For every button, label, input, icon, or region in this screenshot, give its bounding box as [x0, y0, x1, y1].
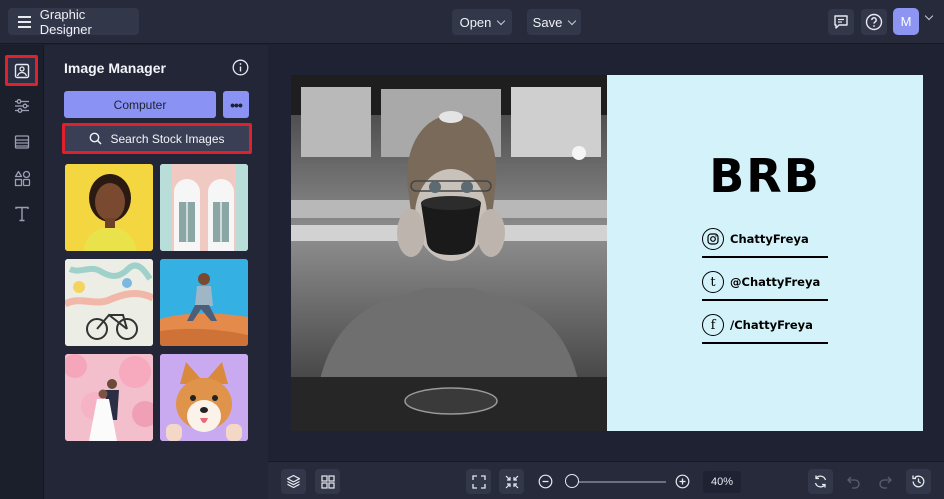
facebook-handle: /ChattyFreya	[730, 318, 813, 332]
info-icon[interactable]	[232, 59, 249, 76]
rail-item-elements[interactable]	[9, 165, 35, 191]
help-icon	[865, 13, 883, 31]
chevron-down-icon	[568, 16, 577, 25]
social-row-instagram[interactable]: ChattyFreya	[702, 222, 828, 258]
collapse-icon	[505, 475, 518, 488]
expand-icon	[471, 474, 486, 489]
rail-item-adjustments[interactable]	[9, 93, 35, 119]
zoom-in-icon	[675, 474, 690, 489]
bottom-toolbar: 40%	[268, 461, 944, 499]
pastel-doors-image	[160, 164, 248, 251]
zoom-slider-handle[interactable]	[565, 474, 579, 488]
zoom-in-button[interactable]	[670, 469, 695, 494]
social-row-tumblr[interactable]: t @ChattyFreya	[702, 265, 828, 301]
open-menu-button[interactable]: Open	[452, 9, 512, 35]
search-stock-images-button[interactable]: Search Stock Images	[62, 123, 252, 154]
undo-button[interactable]	[841, 469, 866, 494]
thumbnail-man-desert[interactable]	[160, 259, 248, 346]
panel-title: Image Manager	[64, 60, 166, 76]
design-artboard[interactable]: BRB ChattyFreya t @ChattyFreya f /Chatty…	[291, 75, 923, 431]
layers-icon	[286, 474, 301, 489]
tool-rail	[0, 45, 44, 499]
user-avatar[interactable]: M	[893, 8, 919, 35]
zoom-out-icon	[538, 474, 553, 489]
elements-icon	[14, 170, 30, 186]
redo-button[interactable]	[873, 469, 898, 494]
thumbnail-wedding-couple[interactable]	[65, 354, 153, 441]
shiba-dog-image	[160, 354, 248, 441]
tumblr-handle: @ChattyFreya	[730, 275, 821, 289]
comment-icon	[834, 15, 848, 29]
facebook-icon: f	[702, 314, 724, 336]
undo-icon	[847, 476, 860, 489]
thumbnail-woman-yellow[interactable]	[65, 164, 153, 251]
social-row-facebook[interactable]: f /ChattyFreya	[702, 308, 828, 344]
bicycle-mural-image	[65, 259, 153, 346]
history-button[interactable]	[906, 469, 931, 494]
thumbnail-pastel-doors[interactable]	[160, 164, 248, 251]
photo-layer[interactable]	[291, 75, 607, 431]
rail-item-images[interactable]	[5, 55, 38, 86]
redo-icon	[879, 476, 892, 489]
canvas-workspace: BRB ChattyFreya t @ChattyFreya f /Chatty…	[268, 45, 944, 461]
grid-icon	[320, 474, 335, 489]
tumblr-icon: t	[702, 271, 724, 293]
adjustments-icon	[15, 99, 29, 113]
open-label: Open	[459, 14, 492, 30]
reset-button[interactable]	[808, 469, 833, 494]
man-desert-image	[160, 259, 248, 346]
grid-view-button[interactable]	[315, 469, 340, 494]
rail-item-text[interactable]	[9, 201, 35, 227]
instagram-icon	[702, 228, 724, 250]
save-menu-button[interactable]: Save	[527, 9, 581, 35]
instagram-handle: ChattyFreya	[730, 232, 809, 246]
woman-drinking-coffee-photo	[291, 75, 607, 431]
app-menu-button[interactable]: Graphic Designer	[8, 6, 139, 37]
thumbnail-shiba-dog[interactable]	[160, 354, 248, 441]
thumbnail-bicycle-mural[interactable]	[65, 259, 153, 346]
wedding-couple-image	[65, 354, 153, 441]
history-icon	[912, 475, 925, 488]
zoom-out-button[interactable]	[533, 469, 558, 494]
more-sources-button[interactable]: •••	[223, 91, 249, 118]
search-icon	[90, 132, 102, 145]
help-button[interactable]	[861, 9, 887, 35]
zoom-percentage[interactable]: 40%	[703, 471, 741, 493]
chevron-down-icon	[497, 16, 506, 25]
app-title: Graphic Designer	[39, 6, 92, 37]
rail-item-background[interactable]	[9, 129, 35, 155]
brb-headline[interactable]: BRB	[607, 149, 923, 203]
top-bar: Graphic Designer Open Save M	[0, 0, 944, 44]
save-label: Save	[532, 14, 563, 30]
image-manager-panel: Image Manager Computer ••• Search Stock …	[44, 45, 268, 499]
account-chevron-down-icon[interactable]	[924, 11, 934, 21]
images-icon	[14, 63, 29, 78]
layers-button[interactable]	[281, 469, 306, 494]
brb-card-panel[interactable]: BRB ChattyFreya t @ChattyFreya f /Chatty…	[607, 75, 923, 431]
comments-button[interactable]	[828, 9, 854, 35]
woman-portrait-image	[65, 164, 153, 251]
text-icon	[15, 206, 29, 222]
actual-size-button[interactable]	[499, 469, 524, 494]
fit-to-screen-button[interactable]	[466, 469, 491, 494]
refresh-icon	[814, 475, 827, 488]
search-stock-images-label: Search Stock Images	[110, 131, 225, 146]
background-icon	[14, 135, 30, 149]
upload-from-computer-button[interactable]: Computer	[64, 91, 216, 118]
hamburger-icon	[18, 16, 31, 28]
zoom-slider-track[interactable]	[566, 481, 666, 483]
